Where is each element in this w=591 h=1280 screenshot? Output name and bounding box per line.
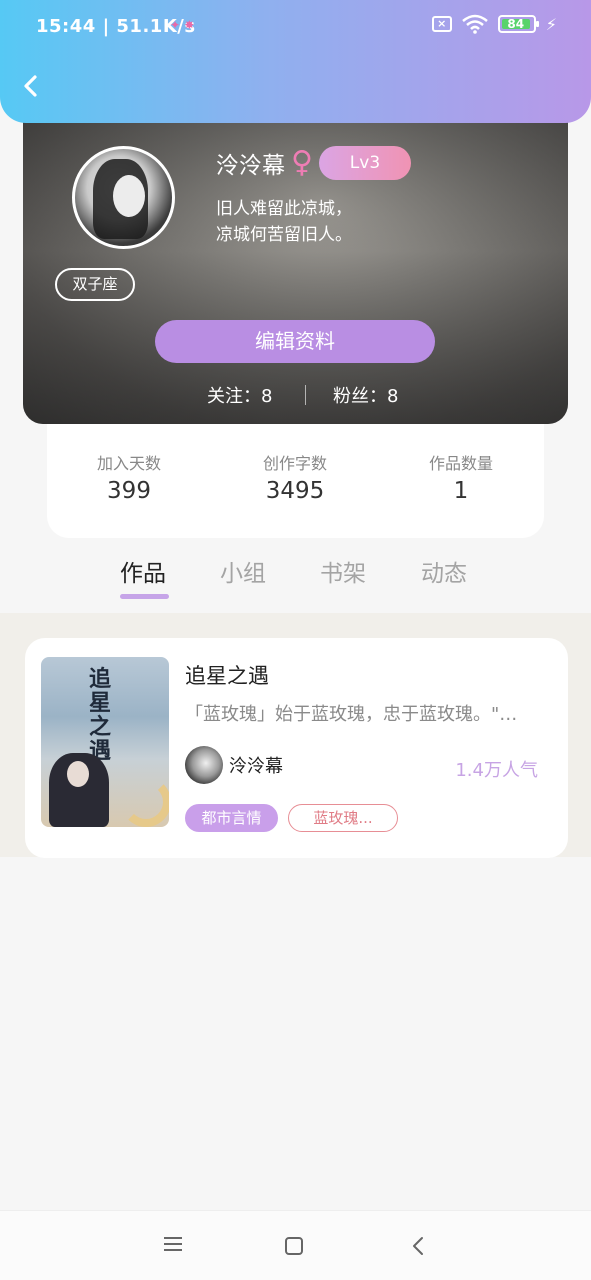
chevron-left-icon <box>413 1237 423 1255</box>
battery-icon: 84 <box>497 15 539 33</box>
profile-card: 双子座 泠泠幕 ♀ Lv3 旧人难留此凉城， 凉城何苦留旧人。 编辑资料 关注：… <box>23 110 568 424</box>
back-button[interactable] <box>18 72 48 102</box>
author-row: 泠泠幕 <box>185 746 283 784</box>
divider <box>305 385 306 405</box>
menu-icon[interactable] <box>160 1233 186 1259</box>
tag-row: 都市言情 蓝玫瑰... <box>185 804 398 832</box>
square-icon <box>285 1237 303 1255</box>
chevron-left-icon <box>24 75 37 97</box>
followers-count[interactable]: 粉丝：8 <box>333 382 398 408</box>
stat-label: 加入天数 <box>96 454 161 473</box>
no-sim-icon: × <box>431 16 452 32</box>
system-nav-bar <box>0 1210 591 1280</box>
stat-value: 1 <box>453 478 469 504</box>
bio-line-1: 旧人难留此凉城， <box>216 199 352 219</box>
avatar[interactable] <box>72 146 175 249</box>
bio: 旧人难留此凉城， 凉城何苦留旧人。 <box>216 196 352 248</box>
battery-level: 84 <box>501 18 530 30</box>
wifi-icon <box>461 14 488 34</box>
username-row: 泠泠幕 ♀ Lv3 <box>216 146 411 180</box>
stat-works-count: 作品数量 1 <box>391 450 531 504</box>
nav-back-button[interactable] <box>406 1233 432 1259</box>
bio-line-2: 凉城何苦留旧人。 <box>216 225 352 245</box>
stat-word-count: 创作字数 3495 <box>225 450 365 504</box>
cover-title: 追星之遇 <box>89 666 112 764</box>
home-button[interactable] <box>281 1233 307 1259</box>
tab-works[interactable]: 作品 <box>120 554 166 588</box>
popularity: 1.4万人气 <box>455 760 538 781</box>
stats-card: 加入天数 399 创作字数 3495 作品数量 1 <box>47 410 544 538</box>
author-name: 泠泠幕 <box>229 756 283 777</box>
stat-join-days: 加入天数 399 <box>59 450 199 504</box>
work-card[interactable]: 追星之遇 追星之遇 「蓝玫瑰」始于蓝玫瑰，忠于蓝玫瑰。"… 泠泠幕 1.4万人气… <box>25 638 568 858</box>
stat-label: 作品数量 <box>428 454 493 473</box>
status-bar: 15:44 | 51.1K/s ✦ ✸ × 84 ⚡ <box>0 0 591 54</box>
female-icon: ♀ <box>291 145 313 180</box>
stat-value: 3495 <box>265 478 325 504</box>
follow-stats: 关注：8 粉丝：8 <box>23 382 568 408</box>
tab-activity[interactable]: 动态 <box>421 554 467 588</box>
tab-groups[interactable]: 小组 <box>220 554 266 588</box>
work-description: 「蓝玫瑰」始于蓝玫瑰，忠于蓝玫瑰。"… <box>185 704 518 725</box>
keyword-tag[interactable]: 蓝玫瑰... <box>288 804 398 832</box>
zodiac-badge: 双子座 <box>55 268 135 301</box>
edit-profile-button[interactable]: 编辑资料 <box>155 320 435 363</box>
level-badge: Lv3 <box>318 146 411 180</box>
status-icons: × 84 ⚡ <box>431 14 557 34</box>
notification-icons: ✦ ✸ <box>170 18 195 32</box>
tab-indicator <box>120 594 169 599</box>
stat-label: 创作字数 <box>262 454 327 473</box>
genre-tag[interactable]: 都市言情 <box>185 804 278 832</box>
author-avatar <box>185 746 223 784</box>
book-cover[interactable]: 追星之遇 <box>41 657 169 827</box>
following-count[interactable]: 关注：8 <box>207 382 272 408</box>
charging-icon: ⚡ <box>545 14 557 34</box>
header: 15:44 | 51.1K/s ✦ ✸ × 84 ⚡ <box>0 0 591 123</box>
username: 泠泠幕 <box>216 153 285 179</box>
tab-bar: 作品 小组 书架 动态 <box>0 550 591 610</box>
work-title[interactable]: 追星之遇 <box>185 660 269 690</box>
tab-bookshelf[interactable]: 书架 <box>320 554 366 588</box>
stat-value: 399 <box>107 478 151 504</box>
